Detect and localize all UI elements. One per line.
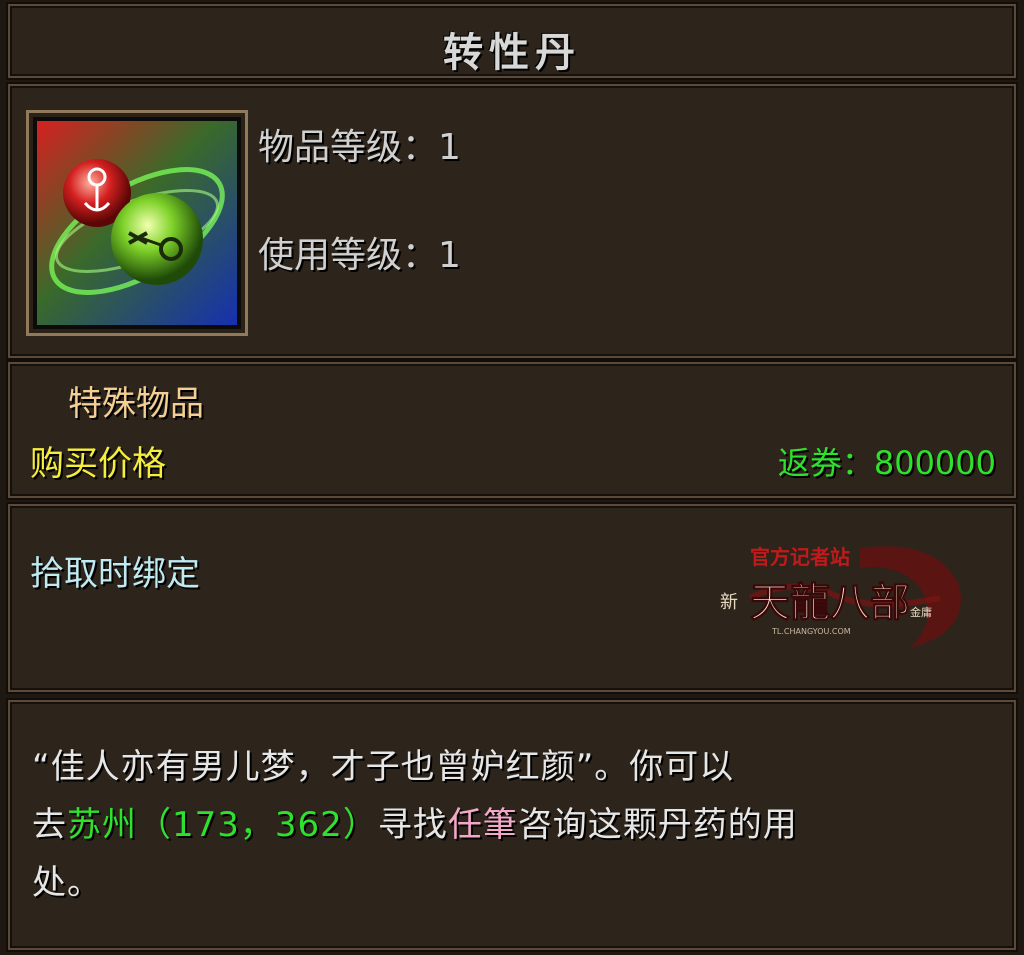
item-name: 转性丹 [443,29,581,76]
description-text: 咨询这颗丹药的用 [517,805,798,845]
coords-open: （ [137,805,172,845]
gender-swap-pill-icon [37,121,237,325]
coord-x: 173 [172,805,240,845]
item-icon-frame [26,110,248,336]
npc-name: 任筆 [447,805,518,845]
item-level-value: 1 [438,127,461,168]
watermark-suffix: 金庸 [910,605,932,619]
use-level-value: 1 [438,235,461,276]
coords-close: ） [342,805,378,845]
coord-y: 362 [274,805,343,845]
item-level: 物品等级：1 [258,118,461,170]
price-label: 购买价格 [30,444,166,484]
description-line-2: 去苏州（173，362）寻找任筆咨询这颗丹药的用 [32,796,964,854]
description-text: 寻找 [377,805,448,845]
item-description: “佳人亦有男儿梦，才子也曾妒红颜”。你可以 去苏州（173，362）寻找任筆咨询… [32,738,964,912]
description-text: 去 [32,805,67,845]
currency-label: 返券： [777,444,874,482]
coord-sep: ， [239,805,275,845]
description-line-1: “佳人亦有男儿梦，才子也曾妒红颜”。你可以 [32,747,735,787]
price-value: 返券：800000 [778,438,996,484]
use-level: 使用等级：1 [258,226,461,278]
item-type: 特殊物品 [68,384,204,424]
info-panel: 物品等级：1 使用等级：1 [8,84,1016,358]
bind-status: 拾取时绑定 [30,554,200,594]
watermark-prefix: 新 [720,592,738,613]
watermark-logo: 官方记者站 新 天龍八部 金庸 TL.CHANGYOU.COM [720,545,961,648]
location-name: 苏州 [67,805,137,845]
watermark-url: TL.CHANGYOU.COM [771,627,851,636]
item-level-label: 物品等级： [258,127,439,168]
description-panel: “佳人亦有男儿梦，才子也曾妒红颜”。你可以 去苏州（173，362）寻找任筆咨询… [8,700,1016,950]
watermark-top: 官方记者站 [750,545,850,569]
use-level-label: 使用等级： [258,235,439,276]
currency-value: 800000 [873,444,996,482]
watermark-title: 天龍八部 [750,579,910,626]
bind-panel: 拾取时绑定 官方记者站 新 天龍八部 金庸 TL.CHANGYOU.COM [8,504,1016,692]
title-panel: 转性丹 [8,4,1016,78]
item-tooltip: 转性丹 物品等级：1 使用等级：1 特殊物品 购买价格 返券：800000 拾取… [0,0,1024,955]
type-price-panel: 特殊物品 购买价格 返券：800000 [8,362,1016,498]
description-line-3: 处。 [32,863,102,903]
